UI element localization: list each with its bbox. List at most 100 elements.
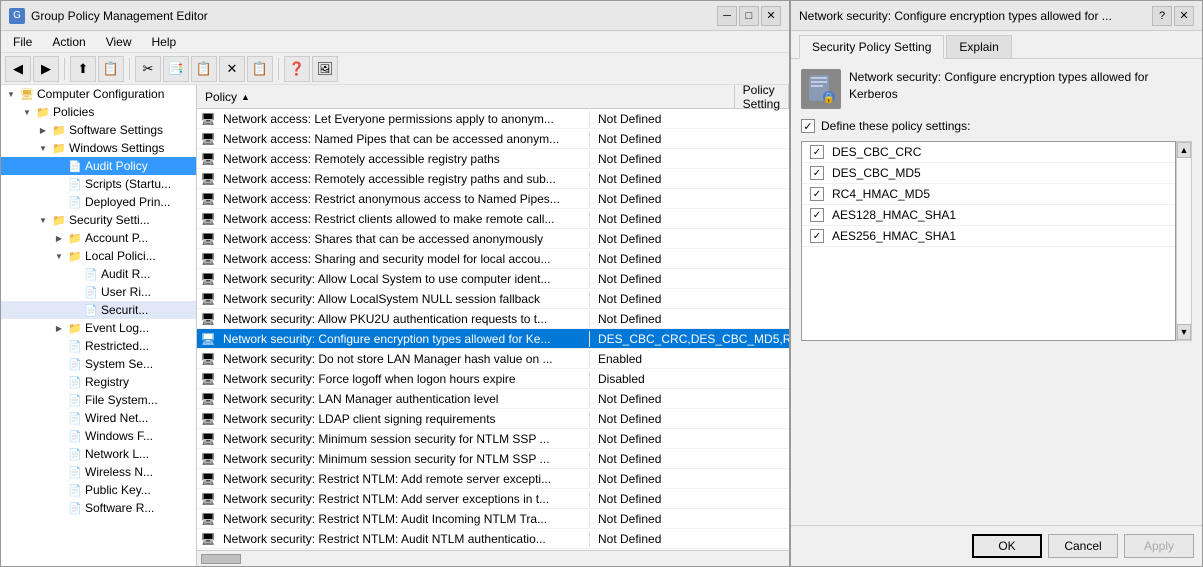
table-row[interactable]: 🖥 Network security: Restrict NTLM: Add s…	[197, 489, 789, 509]
cut-button[interactable]: ✂	[135, 56, 161, 82]
table-row[interactable]: 🖥 Network security: Allow PKU2U authenti…	[197, 309, 789, 329]
table-row[interactable]: 🖥 Network security: Minimum session secu…	[197, 449, 789, 469]
scroll-thumb[interactable]	[201, 554, 241, 564]
table-row[interactable]: 🖥 Network security: Allow LocalSystem NU…	[197, 289, 789, 309]
sidebar-item-restricted[interactable]: 📄 Restricted...	[1, 337, 196, 355]
sidebar-label-public-key: Public Key...	[85, 483, 151, 497]
enc-checkbox-4[interactable]	[810, 229, 824, 243]
enc-item-0[interactable]: DES_CBC_CRC	[802, 142, 1175, 163]
table-row[interactable]: 🖥 Network access: Restrict anonymous acc…	[197, 189, 789, 209]
enc-item-4[interactable]: AES256_HMAC_SHA1	[802, 226, 1175, 247]
enc-item-1[interactable]: DES_CBC_MD5	[802, 163, 1175, 184]
menu-help[interactable]: Help	[144, 33, 185, 51]
enc-label-3: AES128_HMAC_SHA1	[832, 208, 956, 222]
sidebar-item-computer-config[interactable]: ▼ 🖥 Computer Configuration	[1, 85, 196, 103]
enc-checkbox-2[interactable]	[810, 187, 824, 201]
list-scroll-down[interactable]: ▼	[1177, 324, 1191, 340]
table-row[interactable]: 🖥 Network security: LDAP client signing …	[197, 409, 789, 429]
sidebar-label-system-services: System Se...	[85, 357, 153, 371]
close-button[interactable]: ✕	[761, 6, 781, 26]
enc-checkbox-0[interactable]	[810, 145, 824, 159]
sidebar-item-policies[interactable]: ▼ 📁 Policies	[1, 103, 196, 121]
menu-view[interactable]: View	[98, 33, 140, 51]
sidebar-item-windows-firewall[interactable]: 📄 Windows F...	[1, 427, 196, 445]
show-hide-button[interactable]: 📋	[98, 56, 124, 82]
table-row[interactable]: 🖥 Network security: Restrict NTLM: Add r…	[197, 469, 789, 489]
horizontal-scrollbar[interactable]	[197, 550, 789, 566]
page-icon: 📄	[67, 410, 83, 426]
list-scroll-up[interactable]: ▲	[1177, 142, 1191, 158]
paste-button[interactable]: 📋	[191, 56, 217, 82]
dialog-help-button[interactable]: ?	[1152, 6, 1172, 26]
table-row[interactable]: 🖥 Network security: Minimum session secu…	[197, 429, 789, 449]
policy-column-header[interactable]: Policy ▲	[197, 85, 735, 108]
table-row[interactable]: 🖥 Network access: Let Everyone permissio…	[197, 109, 789, 129]
table-row[interactable]: 🖥 Network security: Restrict NTLM: Audit…	[197, 509, 789, 529]
sidebar-item-audit-policy[interactable]: 📄 Audit Policy	[1, 157, 196, 175]
sidebar-item-wired-net[interactable]: 📄 Wired Net...	[1, 409, 196, 427]
maximize-button[interactable]: □	[739, 6, 759, 26]
page-icon: 📄	[67, 464, 83, 480]
sidebar-item-registry[interactable]: 📄 Registry	[1, 373, 196, 391]
row-icon: 🖥	[197, 112, 219, 126]
apply-button[interactable]: Apply	[1124, 534, 1194, 558]
sidebar-item-local-policies[interactable]: ▼ 📁 Local Polici...	[1, 247, 196, 265]
sidebar-item-windows-settings[interactable]: ▼ 📁 Windows Settings	[1, 139, 196, 157]
sidebar-item-scripts[interactable]: 📄 Scripts (Startu...	[1, 175, 196, 193]
minimize-button[interactable]: ─	[717, 6, 737, 26]
setting-column-header[interactable]: Policy Setting	[735, 85, 789, 108]
ok-button[interactable]: OK	[972, 534, 1042, 558]
row-icon: 🖥	[197, 452, 219, 466]
table-row[interactable]: 🖥 Network security: LAN Manager authenti…	[197, 389, 789, 409]
sidebar-item-system-services[interactable]: 📄 System Se...	[1, 355, 196, 373]
back-button[interactable]: ◀	[5, 56, 31, 82]
view-button[interactable]: 🖼	[312, 56, 338, 82]
properties-button[interactable]: 📋	[247, 56, 273, 82]
sidebar-item-software-r[interactable]: 📄 Software R...	[1, 499, 196, 517]
sidebar-item-deployed[interactable]: 📄 Deployed Prin...	[1, 193, 196, 211]
help-button[interactable]: ❓	[284, 56, 310, 82]
table-row[interactable]: 🖥 Network security: Restrict NTLM: Audit…	[197, 529, 789, 549]
dialog-policy-icon: 🔒	[801, 69, 841, 109]
delete-button[interactable]: ✕	[219, 56, 245, 82]
table-row[interactable]: 🖥 Network access: Restrict clients allow…	[197, 209, 789, 229]
sidebar-item-account-policies[interactable]: ▶ 📁 Account P...	[1, 229, 196, 247]
define-policy-checkbox[interactable]	[801, 119, 815, 133]
table-row[interactable]: 🖥 Network access: Sharing and security m…	[197, 249, 789, 269]
enc-item-2[interactable]: RC4_HMAC_MD5	[802, 184, 1175, 205]
table-row[interactable]: 🖥 Network access: Remotely accessible re…	[197, 149, 789, 169]
table-row[interactable]: 🖥 Network access: Named Pipes that can b…	[197, 129, 789, 149]
sidebar-item-user-rights[interactable]: 📄 User Ri...	[1, 283, 196, 301]
sidebar-item-audit-r[interactable]: 📄 Audit R...	[1, 265, 196, 283]
tab-explain[interactable]: Explain	[946, 35, 1011, 58]
row-icon: 🖥	[197, 532, 219, 546]
up-button[interactable]: ⬆	[70, 56, 96, 82]
menu-action[interactable]: Action	[44, 33, 93, 51]
sidebar-item-network-list[interactable]: 📄 Network L...	[1, 445, 196, 463]
table-row[interactable]: 🖥 Network access: Remotely accessible re…	[197, 169, 789, 189]
menu-file[interactable]: File	[5, 33, 40, 51]
cancel-button[interactable]: Cancel	[1048, 534, 1118, 558]
sidebar-item-security-settings[interactable]: ▼ 📁 Security Setti...	[1, 211, 196, 229]
table-row[interactable]: 🖥 Network access: Shares that can be acc…	[197, 229, 789, 249]
sidebar-item-event-log[interactable]: ▶ 📁 Event Log...	[1, 319, 196, 337]
table-row-selected[interactable]: 🖥 Network security: Configure encryption…	[197, 329, 789, 349]
tab-security-policy-setting[interactable]: Security Policy Setting	[799, 35, 944, 59]
table-row[interactable]: 🖥 Network security: Do not store LAN Man…	[197, 349, 789, 369]
sidebar-item-wireless[interactable]: 📄 Wireless N...	[1, 463, 196, 481]
sidebar-item-file-system[interactable]: 📄 File System...	[1, 391, 196, 409]
forward-button[interactable]: ▶	[33, 56, 59, 82]
policy-name: Network security: LAN Manager authentica…	[219, 391, 589, 407]
enc-item-3[interactable]: AES128_HMAC_SHA1	[802, 205, 1175, 226]
menu-bar: File Action View Help	[1, 31, 789, 53]
sidebar-item-public-key[interactable]: 📄 Public Key...	[1, 481, 196, 499]
folder-icon: 📁	[51, 212, 67, 228]
enc-checkbox-1[interactable]	[810, 166, 824, 180]
sidebar-item-security-options[interactable]: 📄 Securit...	[1, 301, 196, 319]
sidebar-item-software-settings[interactable]: ▶ 📁 Software Settings	[1, 121, 196, 139]
dialog-close-button[interactable]: ✕	[1174, 6, 1194, 26]
table-row[interactable]: 🖥 Network security: Force logoff when lo…	[197, 369, 789, 389]
table-row[interactable]: 🖥 Network security: Allow Local System t…	[197, 269, 789, 289]
enc-checkbox-3[interactable]	[810, 208, 824, 222]
copy-button[interactable]: 📑	[163, 56, 189, 82]
